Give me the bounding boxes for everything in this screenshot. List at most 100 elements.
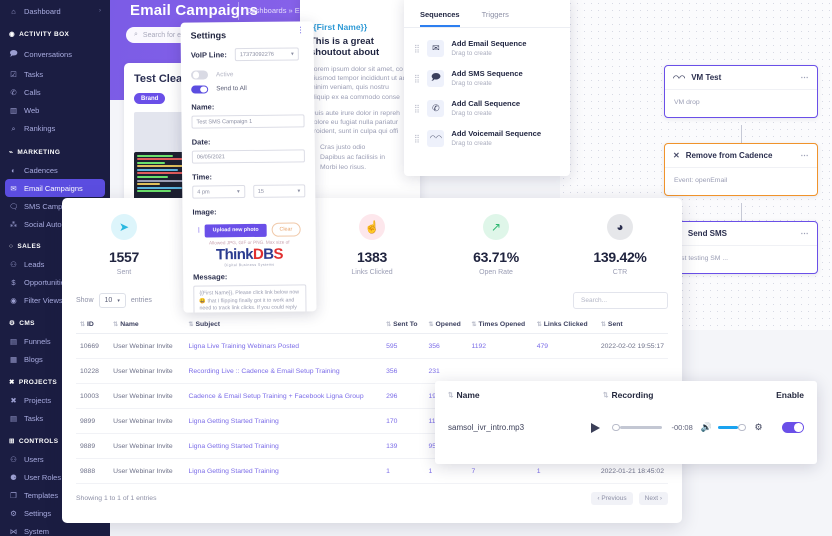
table-row[interactable]: 10228 User Webinar Invite Recording Live… <box>76 358 668 384</box>
sequence-item-call[interactable]: ⣿ ✆ Add Call Sequence Drag to create <box>404 93 570 123</box>
recording-filename: samsol_ivr_intro.mp3 <box>448 423 525 432</box>
cell-subject[interactable]: Ligna Getting Started Training <box>184 408 383 434</box>
drag-handle-icon[interactable]: ⣿ <box>414 44 420 52</box>
seek-track[interactable] <box>619 426 662 429</box>
sidebar-item-label: Tasks <box>24 413 44 423</box>
node-menu-icon[interactable]: ⋯ <box>801 151 810 160</box>
seek-knob[interactable] <box>612 423 620 432</box>
voip-select[interactable]: 17373092276 ▾ <box>234 47 299 62</box>
tab-sequences[interactable]: Sequences <box>420 10 460 27</box>
th-name[interactable]: ⇅ Name <box>109 316 185 334</box>
volume-slider[interactable] <box>718 423 746 432</box>
sidebar-item-label: Projects <box>24 395 52 405</box>
cell-subject[interactable]: Ligna Getting Started Training <box>184 433 383 459</box>
upload-photo-button[interactable]: Upload new photo <box>204 223 267 237</box>
sidebar-item-label: Calls <box>24 87 41 97</box>
clear-image-button[interactable]: Clear <box>271 222 301 237</box>
th-sent[interactable]: ⇅ Sent <box>596 316 668 334</box>
th-recording-name[interactable]: ⇅ Name <box>448 390 603 400</box>
active-toggle[interactable] <box>190 70 209 80</box>
sidebar-item-rankings[interactable]: ⌕ Rankings <box>0 119 110 138</box>
cadence-node-remove-from-cadence[interactable]: ✕ Remove from Cadence ⋯ Event: openEmail <box>664 143 818 196</box>
sidebar-item-system[interactable]: ⋈ System <box>0 522 110 536</box>
volume-knob[interactable] <box>738 423 746 432</box>
cadence-node-vm-test[interactable]: ◠◠ VM Test ⋯ VM drop <box>664 65 818 118</box>
stat-label: CTR <box>612 269 628 276</box>
cell-subject[interactable]: Ligna Getting Started Training <box>184 458 383 484</box>
sidebar-item-label: Cadences <box>24 165 58 175</box>
active-label: Active <box>215 70 234 79</box>
enable-toggle[interactable] <box>782 422 804 433</box>
cell-id: 9889 <box>76 433 110 459</box>
volume-icon[interactable]: 🔊 <box>701 422 712 433</box>
sequence-item-sms[interactable]: ⣿ 🗩 Add SMS Sequence Drag to create <box>404 63 570 93</box>
sidebar-item-label: Web <box>24 105 40 115</box>
cell-name: User Webinar Invite <box>109 433 185 459</box>
sequence-item-voicemail[interactable]: ⣿ ◠◠ Add Voicemail Sequence Drag to crea… <box>404 123 570 153</box>
drag-handle-icon[interactable]: ⣿ <box>414 104 420 112</box>
sidebar-item-cadences[interactable]: ◐ Cadences <box>0 161 110 179</box>
node-body: VM drop <box>674 99 700 106</box>
date-input[interactable]: 06/05/2021 <box>191 149 305 164</box>
seek-slider[interactable] <box>612 423 662 432</box>
message-textarea[interactable]: {{First Name}}, Please click link below … <box>193 284 307 313</box>
cell-subject[interactable]: Ligna Live Training Webinars Posted <box>184 333 383 359</box>
cell-subject[interactable]: Cadence & Email Setup Training + Faceboo… <box>184 383 383 409</box>
image-cursor: | <box>198 227 200 234</box>
bar-chart-icon: ▥ <box>9 105 18 115</box>
entries-per-page-select[interactable]: 10 ▾ <box>98 293 126 308</box>
th-id[interactable]: ⇅ ID <box>76 316 110 334</box>
cell-sent-to: 170 <box>382 408 425 434</box>
kebab-menu-icon[interactable]: ⋮ <box>297 25 305 34</box>
cadence-node-send-sms[interactable]: 🗨 Send SMS ⋯ Just testing SM ... <box>664 221 818 274</box>
next-page-button[interactable]: Next › <box>638 492 668 505</box>
volume-track[interactable] <box>718 426 738 429</box>
voip-label: VoIP Line: <box>190 50 227 60</box>
message-icon: 🗨 <box>9 201 19 211</box>
node-menu-icon[interactable]: ⋯ <box>801 229 810 238</box>
play-button[interactable] <box>591 422 600 433</box>
th-links-clicked[interactable]: ⇅ Links Clicked <box>532 316 597 334</box>
cell-subject[interactable]: Recording Live :: Cadence & Email Setup … <box>184 358 383 384</box>
gear-icon[interactable]: ⚙ <box>755 422 763 433</box>
drag-handle-icon[interactable]: ⣿ <box>414 134 420 142</box>
sequence-item-email[interactable]: ⣿ ✉ Add Email Sequence Drag to create <box>404 33 570 63</box>
share-icon: ⁂ <box>9 219 18 229</box>
check-icon: ☑ <box>10 69 17 79</box>
sidebar-item-conversations[interactable]: 🗩 Conversations <box>0 43 110 65</box>
node-header: ✕ Remove from Cadence ⋯ <box>665 144 817 168</box>
sidebar-item-tasks[interactable]: ☑ Tasks <box>0 65 110 83</box>
node-menu-icon[interactable]: ⋯ <box>801 73 810 82</box>
name-value: Test SMS Campaign 1 <box>196 118 253 126</box>
name-input[interactable]: Test SMS Campaign 1 <box>191 114 305 129</box>
sort-icon: ⇅ <box>471 322 477 328</box>
send-to-all-toggle[interactable] <box>191 84 209 94</box>
cell-links-clicked <box>532 358 597 384</box>
sort-icon: ⇅ <box>386 322 392 328</box>
blog-icon: ▦ <box>9 354 18 364</box>
th-sent-to[interactable]: ⇅ Sent To <box>382 316 425 334</box>
time-minute-value: 15 <box>257 188 265 195</box>
th-recording[interactable]: ⇅ Recording <box>603 390 653 400</box>
sidebar-group-label: CMS <box>19 319 35 327</box>
previous-page-button[interactable]: ‹ Previous <box>591 492 633 505</box>
th-times-opened[interactable]: ⇅ Times Opened <box>467 316 533 334</box>
th-subject[interactable]: ⇅ Subject <box>184 316 383 334</box>
drag-handle-icon[interactable]: ⣿ <box>414 74 420 82</box>
sidebar-item-dashboard[interactable]: ⌂ Dashboard › <box>0 2 110 20</box>
sidebar-item-calls[interactable]: ✆ Calls <box>0 83 110 101</box>
sidebar-item-web[interactable]: ▥ Web <box>0 101 110 119</box>
sidebar-item-label: Rankings <box>24 124 56 133</box>
chevron-right-icon: › <box>99 8 101 14</box>
stat-label: Open Rate <box>479 269 513 276</box>
table-row[interactable]: 10669 User Webinar Invite Ligna Live Tra… <box>76 333 668 359</box>
table-search-input[interactable]: Search... <box>573 292 668 309</box>
time-hour-select[interactable]: 4 pm ▾ <box>192 185 245 199</box>
tab-triggers[interactable]: Triggers <box>482 10 509 27</box>
sidebar-item-email-campaigns[interactable]: ✉ Email Campaigns <box>5 179 105 197</box>
date-label: Date: <box>191 137 211 147</box>
time-minute-select[interactable]: 15 ▾ <box>252 184 306 198</box>
th-opened[interactable]: ⇅ Opened <box>424 316 468 334</box>
pagination: ‹ Previous Next › <box>591 492 668 505</box>
cell-sent-to: 595 <box>382 333 425 359</box>
